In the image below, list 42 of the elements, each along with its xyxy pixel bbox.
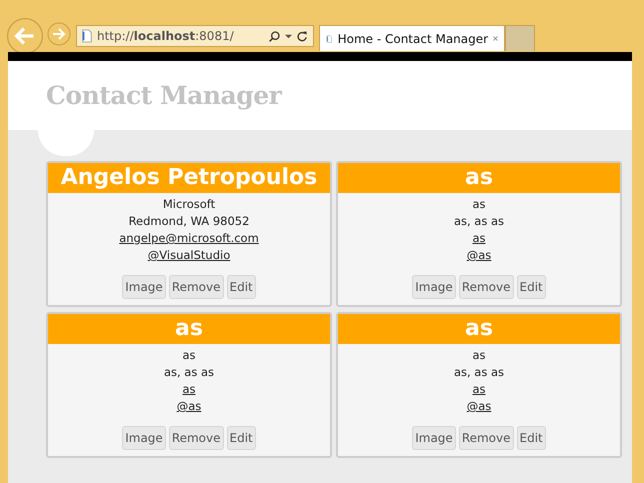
twitter-link[interactable]: @as xyxy=(466,399,492,413)
contact-name: Angelos Petropoulos xyxy=(48,163,330,193)
card-button[interactable]: Image xyxy=(122,275,166,299)
browser-tab[interactable]: Home - Contact Manager xyxy=(319,25,505,51)
card-button[interactable]: Image xyxy=(122,426,166,450)
email-link[interactable]: as xyxy=(472,231,486,245)
page-icon xyxy=(81,29,93,43)
company-text: as xyxy=(472,347,486,364)
back-icon[interactable] xyxy=(6,17,44,55)
address-text: as, as as xyxy=(454,213,504,230)
address-text: Redmond, WA 98052 xyxy=(128,213,250,230)
address-text: as, as as xyxy=(164,364,214,381)
company-text: as xyxy=(182,347,196,364)
refresh-icon[interactable] xyxy=(296,30,309,42)
address-bar[interactable]: http://localhost:8081/ xyxy=(76,25,314,47)
company-text: Microsoft xyxy=(162,196,216,213)
card-button[interactable]: Edit xyxy=(516,426,546,450)
card-button[interactable]: Remove xyxy=(458,426,514,450)
card-button[interactable]: Remove xyxy=(168,426,224,450)
page-title: Contact Manager xyxy=(46,81,282,110)
close-icon[interactable] xyxy=(493,34,498,43)
email-link[interactable]: angelpe@microsoft.com xyxy=(119,231,259,245)
twitter-link[interactable]: @VisualStudio xyxy=(148,248,230,262)
email-link[interactable]: as xyxy=(182,382,196,396)
card-button[interactable]: Image xyxy=(412,426,456,450)
url-text: http://localhost:8081/ xyxy=(97,29,235,43)
email-link[interactable]: as xyxy=(472,382,486,396)
card-button[interactable]: Remove xyxy=(168,275,224,299)
card-button[interactable]: Remove xyxy=(458,275,514,299)
contact-name: as xyxy=(338,314,620,344)
card-button[interactable]: Edit xyxy=(516,275,546,299)
card-button[interactable]: Edit xyxy=(226,426,256,450)
contact-name: as xyxy=(48,314,330,344)
twitter-link[interactable]: @as xyxy=(466,248,492,262)
address-text: as, as as xyxy=(454,364,504,381)
twitter-link[interactable]: @as xyxy=(176,399,202,413)
dropdown-icon[interactable] xyxy=(285,32,292,40)
card-button[interactable]: Image xyxy=(412,275,456,299)
company-text: as xyxy=(472,196,486,213)
contact-name: as xyxy=(338,163,620,193)
card-button[interactable]: Edit xyxy=(226,275,256,299)
search-icon[interactable] xyxy=(268,30,281,42)
